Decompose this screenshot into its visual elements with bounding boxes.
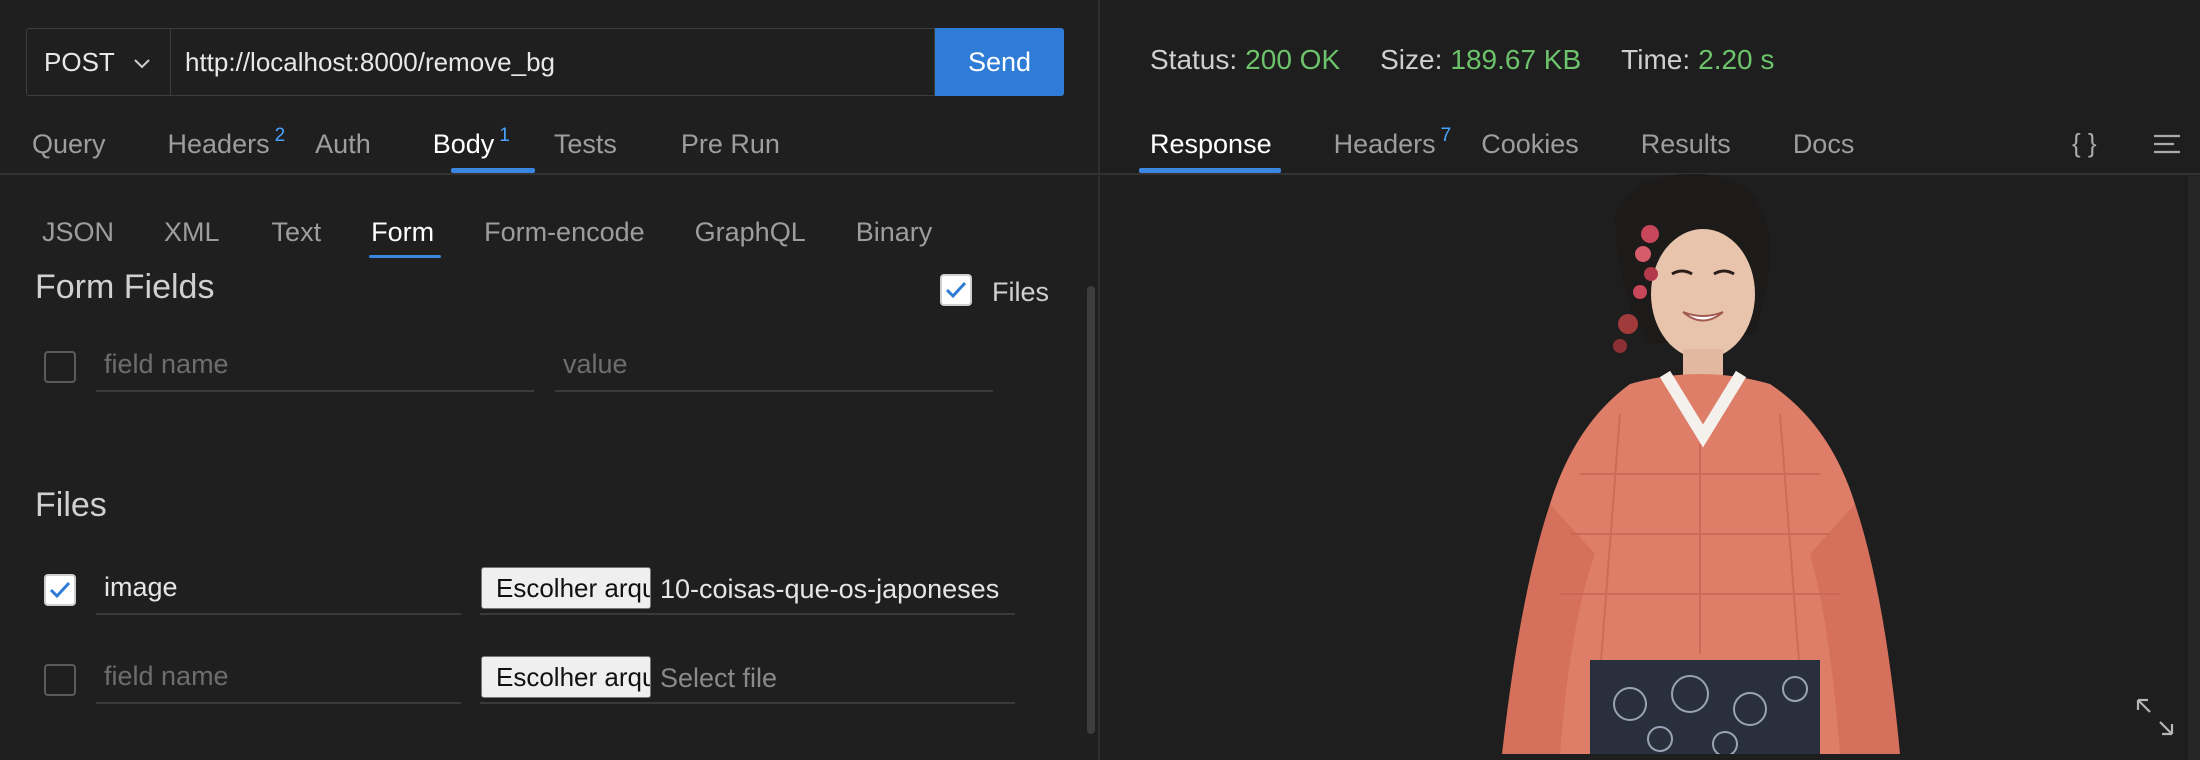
tab-label: Cookies (1481, 128, 1579, 159)
check-icon (49, 581, 71, 599)
file-row-checkbox[interactable] (44, 664, 76, 696)
expand-icon[interactable] (2134, 696, 2176, 738)
tab-label: Body (432, 128, 495, 159)
tab-label: Headers (167, 128, 270, 159)
send-button[interactable]: Send (935, 28, 1064, 96)
response-image (1502, 174, 1900, 754)
body-tab-text[interactable]: Text (272, 217, 322, 248)
status-value: 200 OK (1245, 44, 1341, 75)
time-value: 2.20 s (1698, 44, 1775, 75)
time-label: Time: (1621, 44, 1691, 75)
body-tab-form[interactable]: Form (371, 217, 434, 248)
form-field-name-input[interactable]: field name (96, 342, 534, 392)
tab-docs[interactable]: Docs (1793, 129, 1855, 160)
tab-auth[interactable]: Auth (315, 129, 371, 160)
tabs-divider (0, 173, 1098, 175)
files-title: Files (35, 486, 107, 524)
chevron-down-icon (134, 59, 150, 69)
tab-badge: 2 (274, 124, 286, 146)
tab-badge: 7 (1440, 124, 1452, 146)
tab-label: Pre Run (680, 128, 780, 159)
file-field-name-input[interactable]: field name (96, 654, 461, 704)
url-bar: POST http://localhost:8000/remove_bg Sen… (26, 28, 1064, 96)
tab-query[interactable]: Query (32, 129, 106, 160)
form-field-value-input[interactable]: value (555, 342, 993, 392)
status-label: Status: (1150, 44, 1238, 75)
url-value: http://localhost:8000/remove_bg (185, 46, 556, 77)
braces-icon[interactable]: { } (2072, 128, 2097, 159)
form-field-checkbox[interactable] (44, 351, 76, 383)
choose-file-button[interactable]: Escolher arquivo (481, 567, 651, 609)
tab-label: Auth (315, 128, 371, 159)
method-select[interactable]: POST (26, 28, 170, 96)
file-placeholder: Select file (660, 663, 778, 693)
response-scrollbar[interactable] (2188, 176, 2200, 760)
size-value: 189.67 KB (1450, 44, 1582, 75)
body-tab-graphql[interactable]: GraphQL (695, 217, 806, 248)
tab-label: Headers (1333, 128, 1436, 159)
response-panel: Status: 200 OK Size: 189.67 KB Time: 2.2… (1100, 0, 2200, 760)
check-icon (945, 281, 967, 299)
body-tab-form-encode[interactable]: Form-encode (484, 217, 645, 248)
response-status-bar: Status: 200 OK Size: 189.67 KB Time: 2.2… (1150, 44, 1814, 76)
tab-cookies[interactable]: Cookies (1481, 129, 1579, 160)
tab-label: Results (1640, 128, 1731, 159)
request-tabs: Query Headers 2 Auth Body 1 Tests Pre Run (32, 125, 780, 162)
url-input[interactable]: http://localhost:8000/remove_bg (170, 28, 935, 96)
body-tab-binary[interactable]: Binary (856, 217, 933, 248)
tab-body[interactable]: Body 1 (432, 125, 510, 160)
response-tabs: Response Headers 7 Cookies Results Docs (1150, 125, 1855, 162)
file-field-name-input[interactable]: image (96, 565, 461, 615)
tab-response[interactable]: Response (1150, 129, 1272, 160)
tab-label: Tests (553, 128, 617, 159)
files-toggle-label: Files (992, 277, 1050, 307)
selected-file-name: 10-coisas-que-os-japoneses (660, 574, 1000, 604)
body-tab-xml[interactable]: XML (164, 217, 220, 248)
tab-badge: 1 (499, 124, 510, 146)
tab-label: Response (1150, 128, 1272, 159)
method-label: POST (44, 46, 115, 77)
body-type-tabs: JSON XML Text Form Form-encode GraphQL B… (42, 214, 932, 250)
files-toggle-checkbox[interactable] (940, 274, 972, 306)
choose-file-button[interactable]: Escolher arquivo (481, 656, 651, 698)
file-row-checkbox[interactable] (44, 574, 76, 606)
tab-headers[interactable]: Headers 2 (167, 125, 286, 160)
size-label: Size: (1380, 44, 1443, 75)
request-panel: POST http://localhost:8000/remove_bg Sen… (0, 0, 1098, 760)
menu-icon[interactable] (2152, 132, 2182, 158)
tab-response-headers[interactable]: Headers 7 (1333, 125, 1452, 160)
form-fields-title: Form Fields (35, 268, 215, 306)
body-tab-json[interactable]: JSON (42, 217, 114, 248)
tab-pre-run[interactable]: Pre Run (681, 129, 780, 160)
scrollbar[interactable] (1087, 286, 1095, 734)
tab-label: Docs (1792, 128, 1855, 159)
active-body-tab-indicator (369, 255, 441, 258)
tab-results[interactable]: Results (1641, 129, 1731, 160)
tab-label: Query (32, 128, 106, 159)
tab-tests[interactable]: Tests (554, 129, 617, 160)
